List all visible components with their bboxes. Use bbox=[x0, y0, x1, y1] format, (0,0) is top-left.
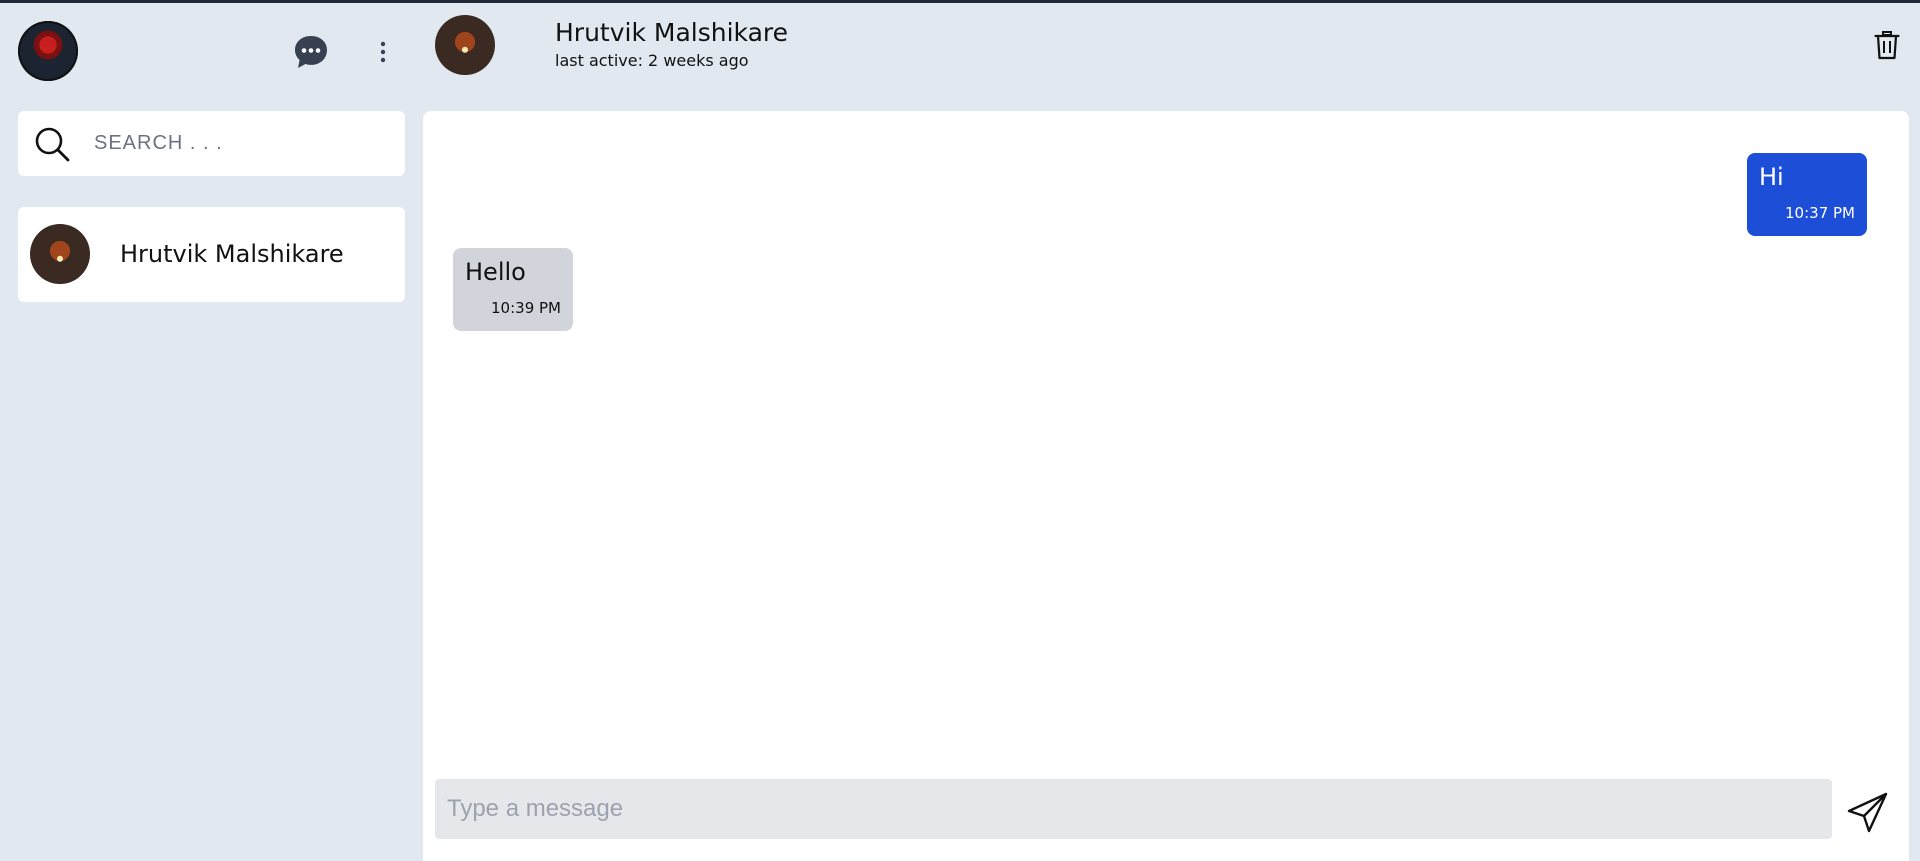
message-time: 10:39 PM bbox=[491, 299, 561, 317]
outgoing-message: Hi 10:37 PM bbox=[1747, 153, 1867, 236]
contact-list-item[interactable]: Hrutvik Malshikare bbox=[18, 207, 405, 302]
message-time: 10:37 PM bbox=[1785, 204, 1855, 222]
incoming-message: Hello 10:39 PM bbox=[453, 248, 573, 331]
message-text: Hi bbox=[1759, 163, 1784, 191]
send-icon[interactable] bbox=[1846, 790, 1890, 834]
message-composer bbox=[435, 779, 1832, 839]
contact-avatar bbox=[30, 224, 90, 284]
search-input[interactable] bbox=[94, 132, 374, 155]
my-avatar[interactable] bbox=[18, 21, 78, 81]
more-vertical-icon[interactable] bbox=[373, 35, 393, 69]
search-bar bbox=[18, 111, 405, 176]
chat-avatar[interactable] bbox=[435, 15, 495, 75]
message-panel: Hi 10:37 PM Hello 10:39 PM bbox=[423, 111, 1909, 861]
message-text: Hello bbox=[465, 258, 526, 286]
sidebar: Hrutvik Malshikare bbox=[0, 0, 422, 861]
chat-title: Hrutvik Malshikare bbox=[555, 18, 789, 47]
search-icon bbox=[35, 127, 70, 161]
last-active-status: last active: 2 weeks ago bbox=[555, 51, 749, 70]
contact-name: Hrutvik Malshikare bbox=[120, 240, 344, 268]
trash-icon[interactable] bbox=[1872, 28, 1902, 62]
message-input[interactable] bbox=[435, 795, 1832, 823]
chat-bubble-icon[interactable] bbox=[292, 33, 330, 71]
